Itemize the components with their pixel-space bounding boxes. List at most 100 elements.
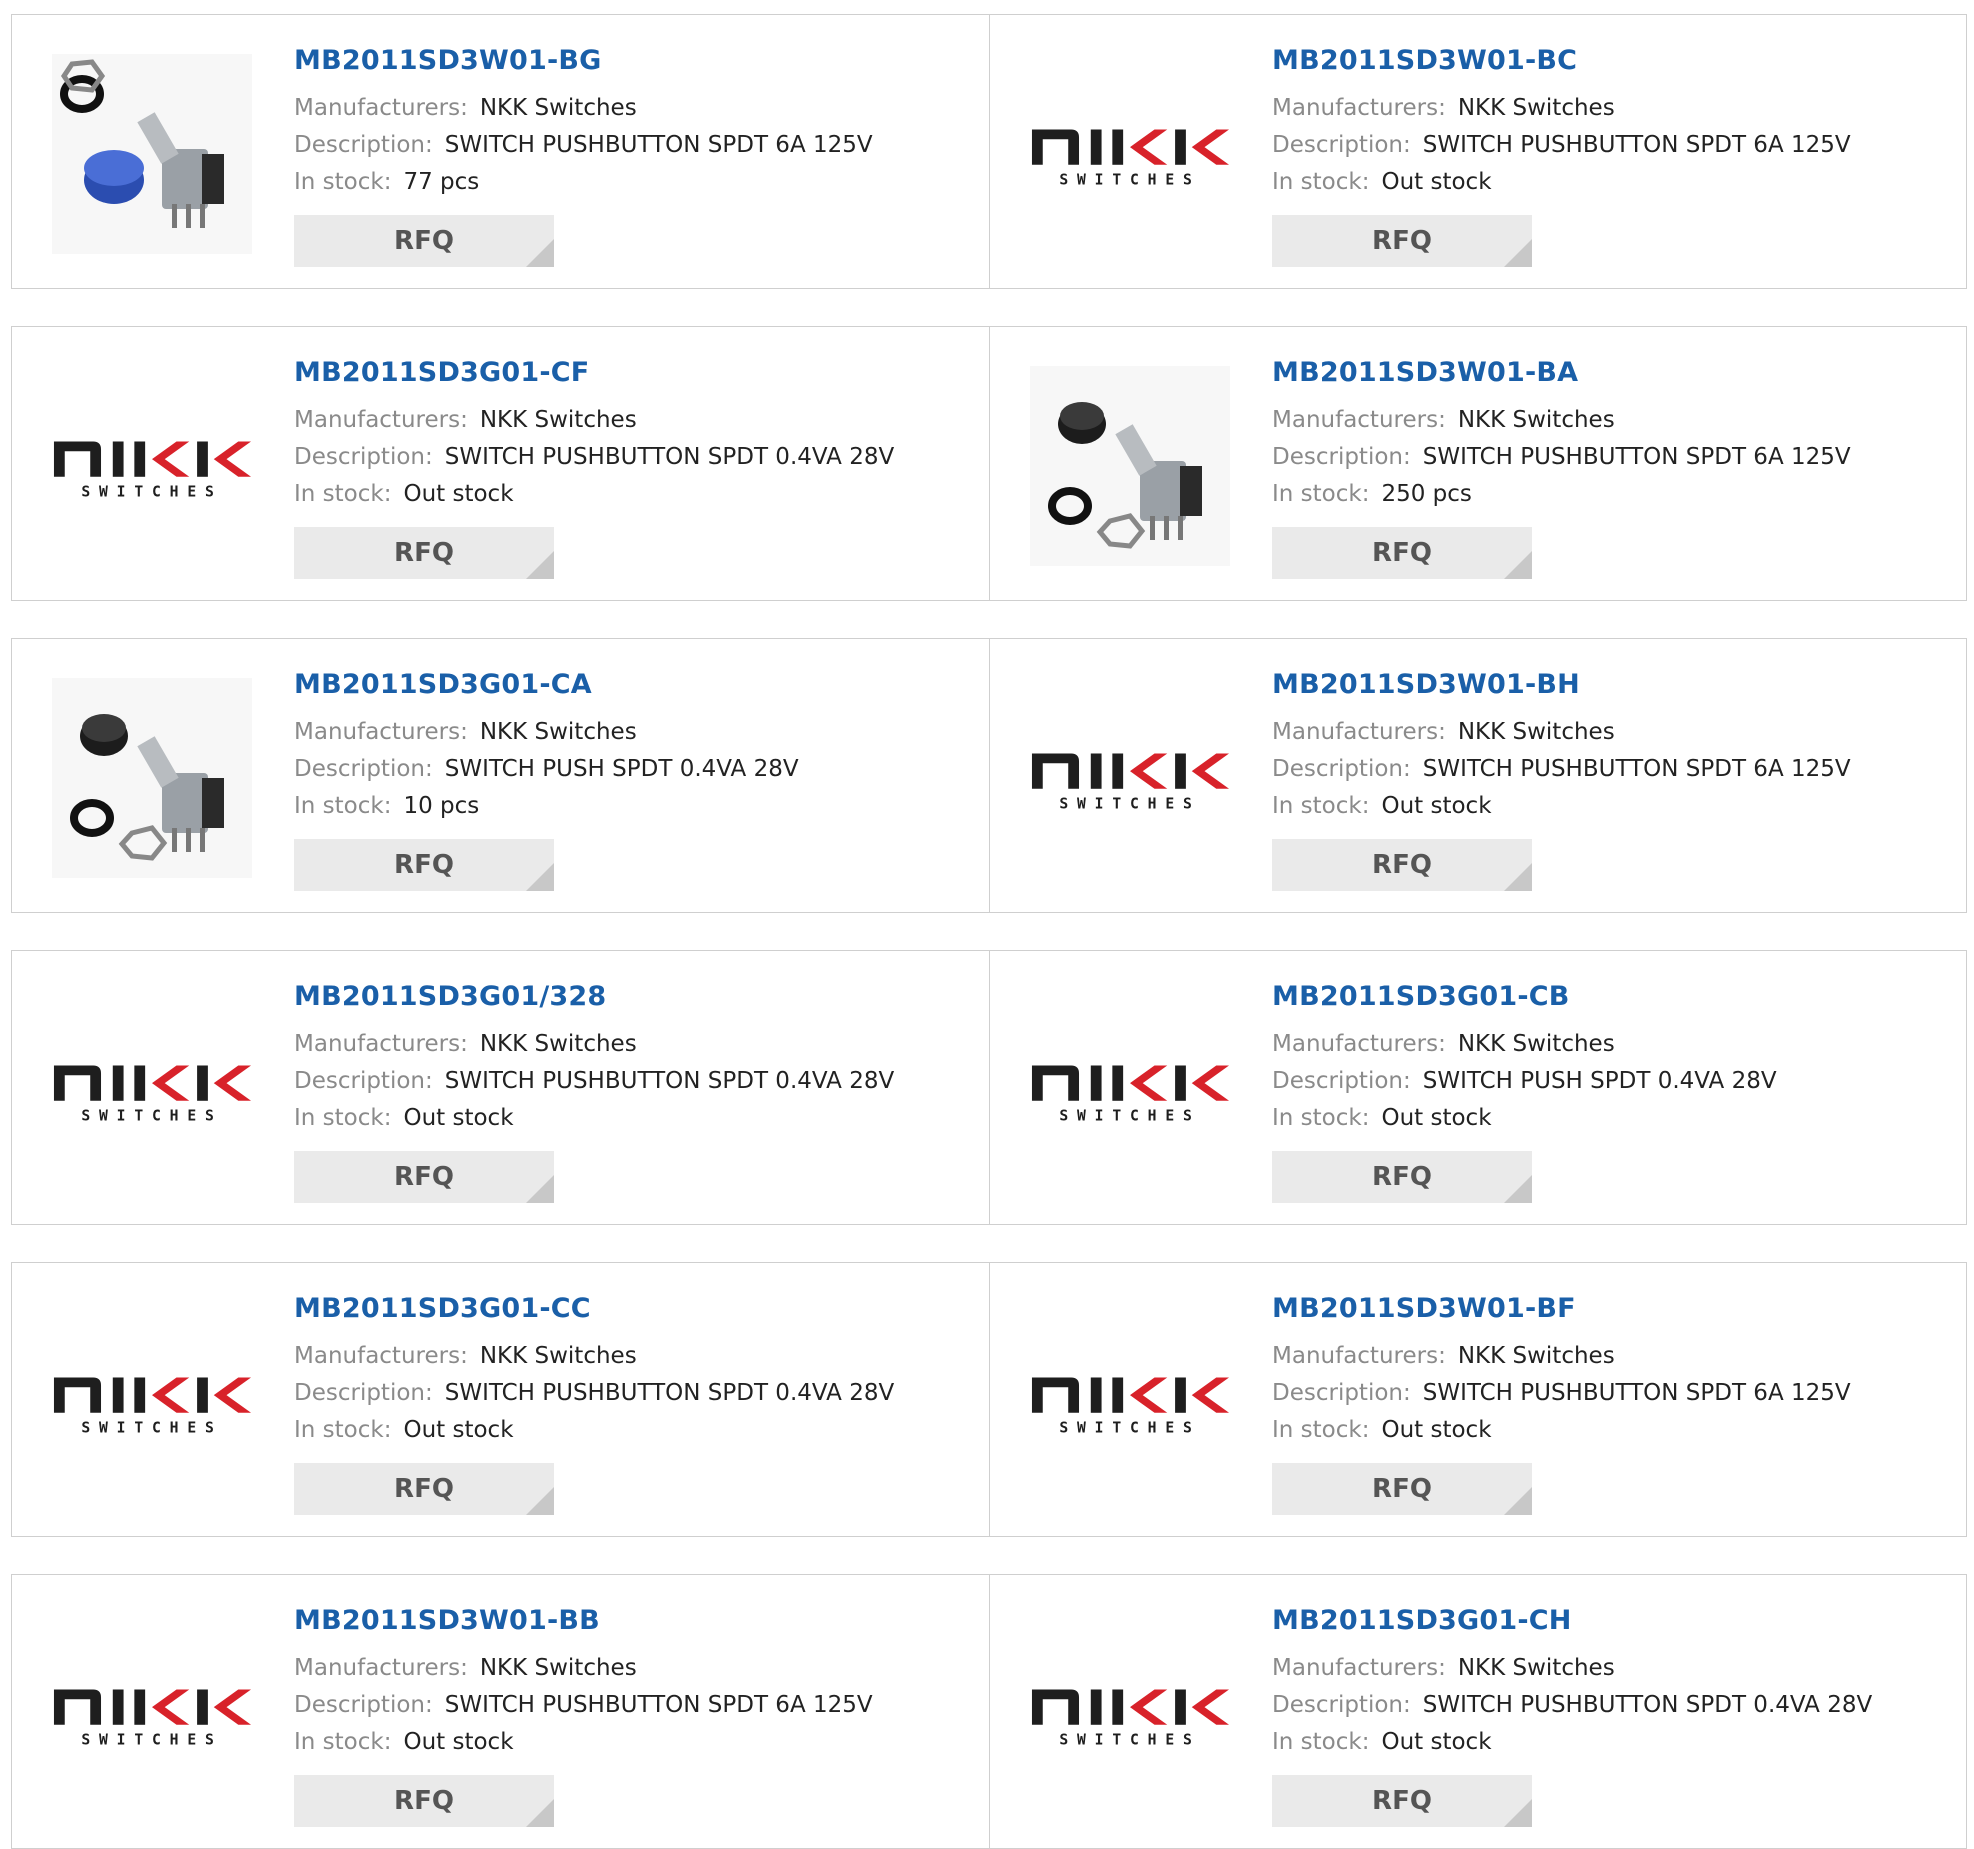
rfq-button[interactable]: RFQ (1272, 1463, 1532, 1515)
manufacturer-line: Manufacturers: NKK Switches (1272, 1026, 1777, 1063)
product-photo[interactable] (1030, 366, 1230, 566)
stock-line: In stock: Out stock (294, 476, 894, 513)
part-number-link[interactable]: MB2011SD3G01-CH (1272, 1605, 1872, 1636)
nkk-logo-image[interactable]: SWITCHES (1030, 678, 1230, 878)
description-line-label: Description: (294, 756, 433, 782)
nkk-logo-image[interactable]: SWITCHES (1030, 1614, 1230, 1814)
nkk-logo-mark: SWITCHES (53, 1689, 252, 1748)
part-number-link[interactable]: MB2011SD3W01-BC (1272, 45, 1851, 76)
stock-line-label: In stock: (1272, 793, 1370, 819)
product-card: SWITCHES MB2011SD3W01-BB Manufacturers: NKK… (12, 1575, 989, 1848)
stock-line-label: In stock: (1272, 1729, 1370, 1755)
rfq-button[interactable]: RFQ (1272, 527, 1532, 579)
corner-triangle-icon (526, 1175, 554, 1203)
manufacturer-line: Manufacturers: NKK Switches (1272, 714, 1851, 751)
nkk-logo-image[interactable]: SWITCHES (1030, 990, 1230, 1190)
manufacturer-line-label: Manufacturers: (294, 95, 468, 121)
description-line-value: SWITCH PUSHBUTTON SPDT 6A 125V (444, 132, 873, 158)
product-photo[interactable] (52, 54, 252, 254)
part-number-link[interactable]: MB2011SD3W01-BB (294, 1605, 873, 1636)
stock-line-value: Out stock (1381, 169, 1492, 195)
description-line-value: SWITCH PUSHBUTTON SPDT 0.4VA 28V (444, 444, 895, 470)
description-line-label: Description: (294, 1692, 433, 1718)
product-row: SWITCHES MB2011SD3G01/328 Manufacturers: NK… (11, 950, 1967, 1225)
rfq-button[interactable]: RFQ (294, 215, 554, 267)
stock-line-value: Out stock (403, 1105, 514, 1131)
nkk-logo-image[interactable]: SWITCHES (1030, 1302, 1230, 1502)
rfq-button[interactable]: RFQ (1272, 1775, 1532, 1827)
stock-line-value: Out stock (403, 1729, 514, 1755)
description-line: Description: SWITCH PUSH SPDT 0.4VA 28V (1272, 1063, 1777, 1100)
nkk-logo-image[interactable]: SWITCHES (52, 990, 252, 1190)
product-info: MB2011SD3W01-BF Manufacturers: NKK Switche… (1272, 1293, 1851, 1515)
description-line-value: SWITCH PUSHBUTTON SPDT 6A 125V (1422, 1380, 1851, 1406)
part-number-link[interactable]: MB2011SD3W01-BF (1272, 1293, 1851, 1324)
stock-line-value: 10 pcs (403, 793, 480, 819)
nkk-logo-image[interactable]: SWITCHES (52, 1614, 252, 1814)
part-number-link[interactable]: MB2011SD3W01-BH (1272, 669, 1851, 700)
product-row: SWITCHES MB2011SD3W01-BB Manufacturers: NKK… (11, 1574, 1967, 1849)
stock-line: In stock: Out stock (294, 1100, 894, 1137)
stock-line-value: 250 pcs (1381, 481, 1472, 507)
nkk-logo-image[interactable]: SWITCHES (52, 366, 252, 566)
product-card: SWITCHES MB2011SD3G01-CB Manufacturers: NKK… (989, 951, 1966, 1224)
product-info: MB2011SD3G01/328 Manufacturers: NKK Switch… (294, 981, 894, 1203)
product-photo[interactable] (52, 678, 252, 878)
nkk-logo-image[interactable]: SWITCHES (52, 1302, 252, 1502)
stock-line: In stock: Out stock (1272, 788, 1851, 825)
description-line: Description: SWITCH PUSHBUTTON SPDT 0.4VA… (294, 439, 894, 476)
manufacturer-line-value: NKK Switches (1457, 1031, 1615, 1057)
corner-triangle-icon (1504, 863, 1532, 891)
nkk-logo-mark: SWITCHES (1031, 1065, 1230, 1124)
part-number-link[interactable]: MB2011SD3G01-CF (294, 357, 894, 388)
rfq-button[interactable]: RFQ (1272, 839, 1532, 891)
stock-line: In stock: Out stock (1272, 1100, 1777, 1137)
manufacturer-line-label: Manufacturers: (1272, 1655, 1446, 1681)
part-number-link[interactable]: MB2011SD3G01-CB (1272, 981, 1777, 1012)
corner-triangle-icon (526, 239, 554, 267)
svg-text:SWITCHES: SWITCHES (81, 1419, 222, 1436)
rfq-button[interactable]: RFQ (294, 839, 554, 891)
nkk-logo-mark: SWITCHES (53, 1377, 252, 1436)
rfq-button-label: RFQ (394, 538, 454, 568)
product-info: MB2011SD3W01-BA Manufacturers: NKK Switche… (1272, 357, 1851, 579)
stock-line: In stock: Out stock (1272, 1724, 1872, 1761)
stock-line: In stock: Out stock (1272, 164, 1851, 201)
rfq-button[interactable]: RFQ (294, 1151, 554, 1203)
part-number-link[interactable]: MB2011SD3G01-CC (294, 1293, 894, 1324)
manufacturer-line-label: Manufacturers: (294, 1031, 468, 1057)
part-number-link[interactable]: MB2011SD3G01/328 (294, 981, 894, 1012)
svg-text:SWITCHES: SWITCHES (1059, 1731, 1200, 1748)
rfq-button[interactable]: RFQ (1272, 1151, 1532, 1203)
product-info: MB2011SD3W01-BB Manufacturers: NKK Switche… (294, 1605, 873, 1827)
nkk-logo-mark: SWITCHES (1031, 1377, 1230, 1436)
manufacturer-line-label: Manufacturers: (1272, 1031, 1446, 1057)
corner-triangle-icon (1504, 1799, 1532, 1827)
stock-line-value: Out stock (1381, 793, 1492, 819)
product-info: MB2011SD3G01-CF Manufacturers: NKK Switche… (294, 357, 894, 579)
part-number-link[interactable]: MB2011SD3W01-BG (294, 45, 873, 76)
product-info: MB2011SD3G01-CH Manufacturers: NKK Switche… (1272, 1605, 1872, 1827)
description-line-label: Description: (294, 1068, 433, 1094)
manufacturer-line: Manufacturers: NKK Switches (294, 714, 799, 751)
rfq-button[interactable]: RFQ (294, 1463, 554, 1515)
description-line-value: SWITCH PUSHBUTTON SPDT 6A 125V (1422, 756, 1851, 782)
description-line-value: SWITCH PUSHBUTTON SPDT 0.4VA 28V (1422, 1692, 1873, 1718)
nkk-logo-image[interactable]: SWITCHES (1030, 54, 1230, 254)
rfq-button[interactable]: RFQ (294, 527, 554, 579)
manufacturer-line: Manufacturers: NKK Switches (294, 402, 894, 439)
description-line-value: SWITCH PUSHBUTTON SPDT 6A 125V (1422, 132, 1851, 158)
manufacturer-line-label: Manufacturers: (294, 1343, 468, 1369)
nkk-logo-mark: SWITCHES (1031, 1689, 1230, 1748)
product-row: MB2011SD3G01-CA Manufacturers: NKK Switche… (11, 638, 1967, 913)
description-line: Description: SWITCH PUSH SPDT 0.4VA 28V (294, 751, 799, 788)
manufacturer-line: Manufacturers: NKK Switches (294, 90, 873, 127)
stock-line-value: Out stock (403, 1417, 514, 1443)
rfq-button[interactable]: RFQ (294, 1775, 554, 1827)
manufacturer-line-label: Manufacturers: (1272, 95, 1446, 121)
stock-line: In stock: Out stock (294, 1412, 894, 1449)
rfq-button[interactable]: RFQ (1272, 215, 1532, 267)
description-line: Description: SWITCH PUSHBUTTON SPDT 0.4VA… (294, 1375, 894, 1412)
part-number-link[interactable]: MB2011SD3W01-BA (1272, 357, 1851, 388)
part-number-link[interactable]: MB2011SD3G01-CA (294, 669, 799, 700)
